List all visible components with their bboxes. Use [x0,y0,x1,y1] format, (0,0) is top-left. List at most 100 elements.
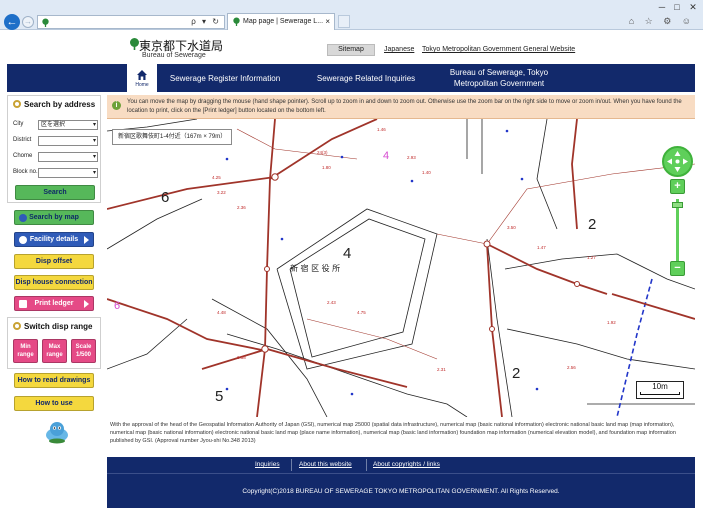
blue-markers [225,129,539,396]
facility-details-button[interactable]: Facility details [14,232,94,247]
zoom-slider-track[interactable] [676,199,679,267]
district-label: District [13,137,32,143]
footer-copyright: Copyright(C)2018 BUREAU OF SEWERAGE TOKY… [107,473,695,508]
svg-text:1.27: 1.27 [587,255,596,260]
switch-disp-range-title: Switch disp range [13,322,92,331]
svg-text:2.43: 2.43 [327,300,336,305]
search-button[interactable]: Search [15,185,95,200]
map-search-icon [19,214,27,222]
zoom-in-button[interactable]: + [670,179,685,194]
chome-label: Chome [13,153,33,159]
zoom-slider-handle[interactable] [672,202,683,208]
svg-text:6.38: 6.38 [237,355,246,360]
pan-arrows-icon [667,151,688,172]
sitemap-button[interactable]: Sitemap [327,44,375,56]
svg-text:4.48: 4.48 [217,310,226,315]
sewer-map[interactable]: 24(3) 1.80 1.46 2.93 1.40 4.25 3.22 2.36 2.43 … [107,119,695,417]
minimize-icon[interactable]: ─ [655,2,669,12]
home-icon [137,70,147,80]
chome-field: Chome [13,152,99,163]
how-to-read-drawings-button[interactable]: How to read drawings [14,373,94,388]
footer-nav: Inquiries About this website About copyr… [107,457,695,473]
district-select[interactable] [38,136,98,146]
zoom-out-button[interactable]: − [670,261,685,276]
svg-text:3.22: 3.22 [217,190,226,195]
svg-text:6: 6 [161,189,169,206]
section-bullet-icon [13,100,21,108]
pan-control[interactable] [662,146,693,177]
maximize-icon[interactable]: □ [670,2,684,12]
how-to-use-button[interactable]: How to use [14,396,94,411]
svg-text:2: 2 [588,216,596,233]
svg-text:2.56: 2.56 [567,365,576,370]
max-range-button[interactable]: Max range [42,339,67,363]
svg-text:4.75: 4.75 [357,310,366,315]
expand-arrow-icon [84,236,89,244]
disp-house-connection-button[interactable]: Disp house connection [14,275,94,290]
check-icon [19,236,27,244]
site-header: 東京都下水道局 Bureau of Sewerage Sitemap Japan… [7,31,695,64]
svg-text:1.46: 1.46 [377,127,386,132]
min-range-button[interactable]: Min range [13,339,38,363]
new-tab-button[interactable] [338,15,350,28]
block-field: Block no. [13,168,99,179]
map-drawing[interactable]: 24(3)1.801.46 2.931.404.25 3.222.362.43 … [107,119,695,417]
manholes [261,173,580,353]
japanese-link[interactable]: Japanese [384,46,414,53]
search-by-address-panel: Search by address City 区を選択 District Cho… [7,95,101,203]
search-by-map-button[interactable]: Search by map [14,210,94,225]
svg-text:24(3): 24(3) [317,150,328,155]
svg-text:5: 5 [215,388,223,405]
svg-text:2.31: 2.31 [437,367,446,372]
site-favicon-icon [42,18,49,27]
purple-block-numbers: 4 6 [114,150,389,312]
svg-text:1.92: 1.92 [607,320,616,325]
nav-sewerage-register[interactable]: Sewerage Register Information [157,64,293,92]
nav-sewerage-inquiries[interactable]: Sewerage Related Inquiries [297,64,435,92]
search-by-address-title: Search by address [13,100,95,109]
location-label: 新宿区歌舞伎町1-4付近（167m × 79m） [112,129,233,145]
footer-link-inquiries[interactable]: Inquiries [255,461,280,468]
info-banner: i You can move the map by dragging the m… [107,95,695,119]
main-navbar: Home Sewerage Register Information Sewer… [7,64,695,92]
chome-select[interactable] [38,152,98,162]
expand-arrow-icon [84,300,89,308]
info-message: You can move the map by dragging the mou… [127,99,682,114]
back-arrow-icon[interactable]: ← [4,14,20,30]
footer-link-copyrights[interactable]: About copyrights / links [373,461,440,468]
block-numbers: 6 4 2 5 2 [161,189,596,405]
toolbar-icons[interactable]: ⌂ ☆ ⚙ ☺ [629,16,695,27]
svg-text:6: 6 [114,300,120,312]
browser-tab[interactable]: Map page | Sewerage L... × [227,13,335,30]
city-field: City 区を選択 [13,120,99,131]
block-outlines [107,119,695,417]
address-bar[interactable]: ρ ▾ ↻ [37,15,225,29]
forward-arrow-icon[interactable]: → [22,16,34,28]
address-bar-tools[interactable]: ρ ▾ ↻ [191,17,221,26]
svg-text:2.36: 2.36 [237,205,246,210]
print-ledger-button[interactable]: Print ledger [14,296,94,311]
scale-label: 10m [652,382,668,391]
svg-text:1.47: 1.47 [537,245,546,250]
nav-home[interactable]: Home [127,64,157,92]
close-window-icon[interactable]: ✕ [686,2,700,12]
scale-bar: 10m [636,381,684,399]
tab-title: Map page | Sewerage L... [243,18,324,25]
disp-offset-button[interactable]: Disp offset [14,254,94,269]
logo-text-en: Bureau of Sewerage [142,52,206,59]
district-field: District [13,136,99,147]
nav-bureau-link[interactable]: Bureau of Sewerage, Tokyo Metropolitan G… [443,64,555,92]
tmg-website-link[interactable]: Tokyo Metropolitan Government General We… [422,46,575,53]
svg-text:1.40: 1.40 [422,170,431,175]
svg-text:4: 4 [383,150,389,162]
mascot-icon [46,422,68,444]
svg-text:3.50: 3.50 [507,225,516,230]
sidebar: Search by address City 区を選択 District Cho… [7,95,101,450]
scale-bar-line [640,392,680,395]
scale-500-button[interactable]: Scale 1/500 [71,339,96,363]
footer-link-about[interactable]: About this website [299,461,352,468]
city-select[interactable]: 区を選択 [38,120,98,130]
block-select[interactable] [38,168,98,178]
tab-close-icon[interactable]: × [325,17,330,26]
svg-text:2: 2 [512,365,520,382]
